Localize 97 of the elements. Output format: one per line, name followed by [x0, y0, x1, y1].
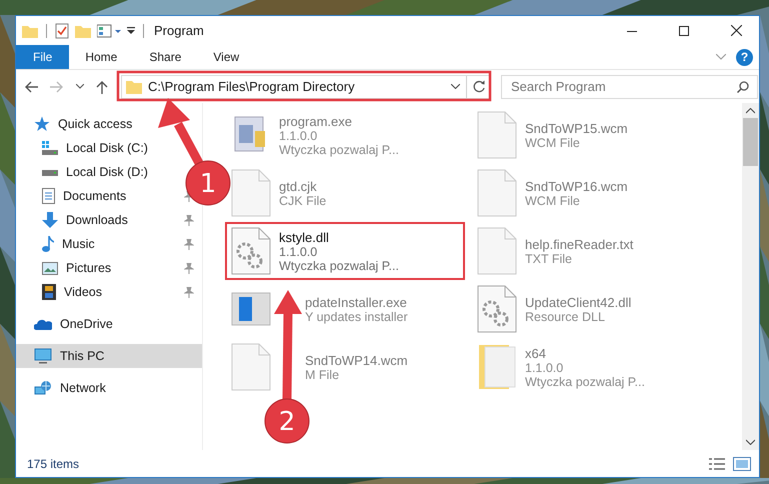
pin-icon[interactable]: [184, 238, 194, 250]
file-name: pdateInstaller.exe: [305, 294, 408, 310]
step-badge: 1: [186, 160, 230, 206]
file-item[interactable]: pdateInstaller.exe Y updates installer: [225, 280, 465, 338]
scroll-thumb[interactable]: [743, 118, 758, 166]
pin-icon[interactable]: [184, 286, 194, 298]
pin-icon[interactable]: [184, 262, 194, 274]
details-view-icon[interactable]: [709, 456, 725, 470]
file-detail: M File: [305, 368, 340, 382]
properties-icon[interactable]: [55, 22, 69, 38]
nav-item[interactable]: Quick access: [16, 112, 202, 136]
ribbon-tab[interactable]: View: [197, 45, 256, 69]
pictures-icon: [42, 262, 58, 274]
recent-locations-icon[interactable]: [76, 84, 84, 89]
maximize-icon: [679, 26, 689, 36]
back-icon[interactable]: [24, 80, 38, 92]
help-button[interactable]: ?: [736, 48, 753, 66]
search-field[interactable]: Search Program: [501, 74, 758, 98]
folder-icon: [126, 78, 142, 94]
download-arrow-icon: [42, 212, 58, 228]
file-detail: 1.1.0.0: [279, 244, 318, 258]
scrollbar[interactable]: [742, 103, 759, 450]
file-item[interactable]: kstyle.dll 1.1.0.0 Wtyczka pozwalaj P...: [225, 222, 465, 280]
large-icons-view-icon[interactable]: [733, 456, 751, 470]
pin-icon[interactable]: [184, 214, 194, 226]
file-item[interactable]: x64 1.1.0.0 Wtyczka pozwalaj P...: [471, 338, 711, 396]
scroll-down-icon[interactable]: [746, 439, 755, 445]
blank-file-icon: [231, 343, 271, 391]
blank-file-icon: [231, 169, 271, 217]
refresh-icon[interactable]: [473, 80, 486, 93]
file-detail: 1.1.0.0: [279, 128, 318, 142]
file-detail: Resource DLL: [525, 310, 605, 324]
file-detail: CJK File: [279, 194, 326, 208]
gear-file-icon: [231, 227, 271, 275]
file-item[interactable]: help.fineReader.txt TXT File: [471, 222, 711, 280]
file-detail: WCM File: [525, 194, 581, 208]
gear-file-icon: [477, 285, 517, 333]
scroll-up-icon[interactable]: [746, 108, 755, 114]
file-name: SndToWP15.wcm: [525, 120, 628, 136]
file-name: x64: [525, 346, 547, 360]
file-item[interactable]: UpdateClient42.dll Resource DLL: [471, 280, 711, 338]
network-icon: [34, 380, 52, 396]
cloud-icon: [34, 318, 52, 330]
file-name: UpdateClient42.dll: [525, 294, 632, 310]
blank-file-icon: [477, 111, 517, 159]
file-item[interactable]: SndToWP16.wcm WCM File: [471, 164, 711, 222]
up-icon[interactable]: [96, 80, 108, 94]
music-note-icon: [42, 236, 54, 252]
file-name: program.exe: [279, 114, 353, 128]
file-detail: Y updates installer: [305, 310, 408, 324]
annotation-arrow: [158, 98, 203, 166]
nav-item[interactable]: OneDrive: [16, 312, 202, 336]
computer-icon: [34, 348, 52, 364]
file-detail: Wtyczka pozwalaj P...: [279, 258, 399, 272]
file-name: gtd.cjk: [279, 178, 318, 194]
ribbon-tab[interactable]: Home: [69, 45, 134, 69]
search-icon[interactable]: [737, 80, 749, 92]
view-icon[interactable]: [97, 24, 121, 38]
star-icon: [34, 116, 50, 132]
file-detail: 1.1.0.0: [525, 360, 564, 374]
folder-icon: [477, 343, 517, 391]
address-bar[interactable]: C:\Program Files\Program Directory: [121, 74, 491, 98]
window-title: Program: [154, 23, 204, 38]
file-detail: TXT File: [525, 252, 572, 266]
expand-ribbon-icon[interactable]: [716, 54, 726, 60]
file-detail: Wtyczka pozwalaj P...: [525, 374, 645, 388]
customize-caret-icon[interactable]: [127, 26, 135, 36]
nav-item[interactable]: Network: [16, 376, 202, 400]
drive-icon: [42, 141, 58, 155]
ribbon-tab[interactable]: File: [16, 45, 70, 69]
file-name: kstyle.dll: [279, 230, 330, 244]
film-icon: [42, 284, 56, 300]
file-name: SndToWP14.wcm: [305, 352, 408, 368]
file-item[interactable]: SndToWP15.wcm WCM File: [471, 106, 711, 164]
file-name: SndToWP16.wcm: [525, 178, 628, 194]
nav-item[interactable]: Documents: [16, 184, 132, 208]
nav-item[interactable]: Local Disk (C:): [16, 136, 154, 160]
nav-item[interactable]: Videos: [16, 280, 108, 304]
address-path: C:\Program Files\Program Directory: [148, 79, 356, 94]
file-detail: Wtyczka pozwalaj P...: [279, 142, 399, 156]
step-badge: 2: [264, 398, 310, 444]
nav-item[interactable]: Downloads: [16, 208, 134, 232]
nav-item[interactable]: Local Disk (D:): [16, 160, 154, 184]
dropdown-icon[interactable]: [451, 84, 460, 89]
file-detail: WCM File: [525, 136, 581, 150]
file-name: help.fineReader.txt: [525, 236, 634, 252]
item-count: 175 items: [27, 456, 80, 470]
nav-item[interactable]: Music: [16, 232, 101, 256]
nav-item[interactable]: Pictures: [16, 256, 118, 280]
ribbon-tab[interactable]: Share: [133, 45, 198, 69]
blank-file-icon: [477, 227, 517, 275]
document-icon: [42, 188, 55, 204]
file-item[interactable]: SndToWP14.wcm M File: [225, 338, 465, 396]
blank-file-icon: [477, 169, 517, 217]
close-icon: [730, 25, 742, 36]
drive-icon: [42, 168, 58, 176]
nav-item[interactable]: This PC: [16, 344, 202, 368]
